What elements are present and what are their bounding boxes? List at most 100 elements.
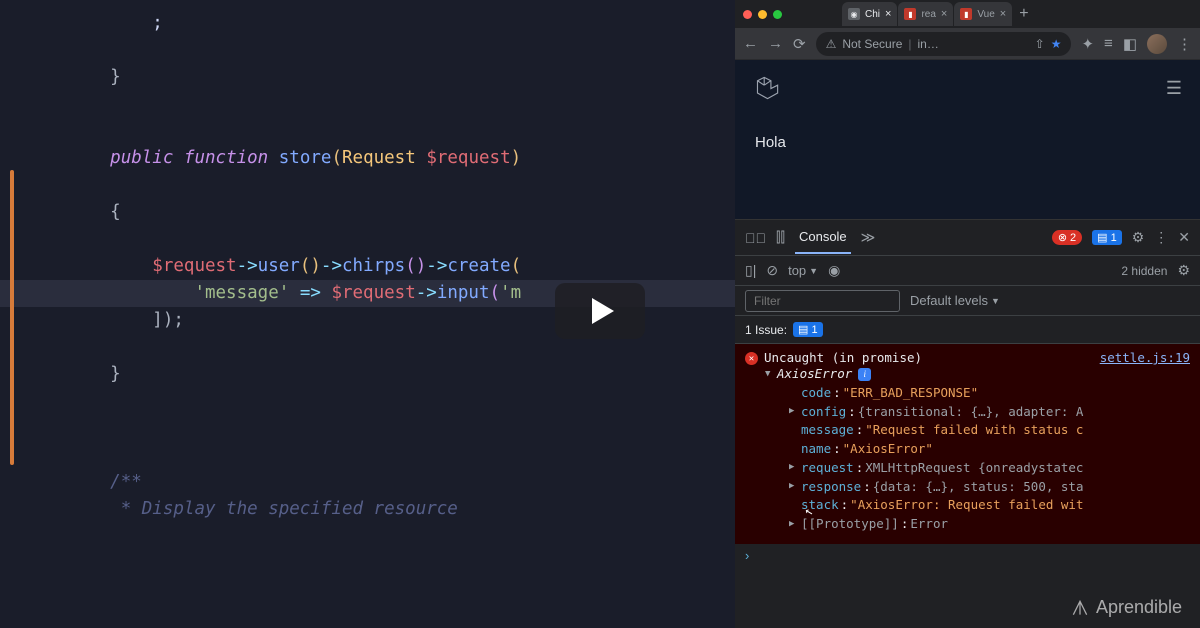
browser-tab[interactable]: ▮Vue× [954,2,1012,26]
param-type: Request [342,148,416,168]
disclosure-icon[interactable]: ▶ [789,480,799,494]
brace: { [110,202,121,222]
prop-key: name [801,440,831,459]
eye-icon[interactable]: ◉ [828,262,840,279]
extensions-icon[interactable]: ✦ [1081,35,1094,53]
error-title: AxiosError [777,365,852,384]
method: user [258,256,300,276]
prop-key: code [801,384,831,403]
browser-window: ◉Chi× ▮rea× ▮Vue× + ← → ⟳ ⚠ Not Secure |… [735,0,1200,628]
prop-val: "Request failed with status c [865,421,1083,440]
error-badge[interactable]: ⊗2 [1052,230,1082,245]
new-tab-button[interactable]: + [1013,5,1034,23]
hamburger-icon[interactable]: ☰ [1166,78,1182,99]
param-var: $request [426,148,510,168]
prop-key: response [801,478,861,497]
warning-icon: ⚠ [826,37,837,51]
browser-tab[interactable]: ▮rea× [898,2,953,26]
gutter-marker [10,170,14,465]
array-key: 'message' [194,283,289,303]
page-greeting: Hola [735,116,1200,169]
watermark: Aprendible [1070,597,1182,618]
comment: /** [110,472,142,492]
inspect-icon[interactable]: �⃞ [745,230,766,246]
error-header: Uncaught (in promise) [764,350,922,365]
string-arg: 'm [500,283,521,303]
back-icon[interactable]: ← [743,35,758,52]
filter-input[interactable] [745,290,900,312]
prop-val: {data: {…}, status: 500, sta [873,478,1084,497]
issues-label: 1 Issue: [745,323,787,337]
star-icon[interactable]: ★ [1051,37,1062,51]
method: chirps [342,256,405,276]
browser-toolbar: ← → ⟳ ⚠ Not Secure | in… ⇧ ★ ✦ ≡ ◧ ⋮ [735,28,1200,60]
brace: } [110,364,121,384]
page-content: ☰ Hola [735,60,1200,220]
issues-badge[interactable]: ▤1 [793,322,823,337]
device-icon[interactable]: ⫿⫿ [776,229,785,246]
url-text: in… [918,37,939,51]
prop-val: "AxiosError: Request failed wit [850,496,1083,515]
prop-val: XMLHttpRequest {onreadystatec [865,459,1083,478]
method: input [437,283,490,303]
prop-key: message [801,421,854,440]
gear-icon[interactable]: ⚙ [1132,229,1145,246]
context-select[interactable]: top ▼ [788,263,818,278]
info-icon[interactable]: i [858,368,871,381]
disclosure-icon[interactable]: ▼ [765,368,775,382]
menu-icon[interactable]: ⋮ [1177,35,1192,53]
avatar[interactable] [1147,34,1167,54]
arrow: => [300,283,321,303]
hidden-label: 2 hidden [1121,264,1167,278]
close-icon[interactable]: × [1000,8,1006,20]
disclosure-icon[interactable]: ▶ [789,461,799,475]
levels-select[interactable]: Default levels ▼ [910,293,1000,308]
console-prompt[interactable]: › [735,544,1200,567]
forward-icon[interactable]: → [768,35,783,52]
prop-key: config [801,403,846,422]
prop-val: {transitional: {…}, adapter: A [858,403,1084,422]
method: create [447,256,510,276]
disclosure-icon[interactable]: ▶ [789,518,799,532]
var: $request [152,256,236,276]
minimize-dot[interactable] [758,10,767,19]
tab-console[interactable]: Console [795,221,851,254]
panel-icon[interactable]: ◧ [1123,35,1137,53]
error-icon: ✕ [745,352,758,365]
laravel-logo [753,74,781,102]
info-badge[interactable]: ▤1 [1092,230,1122,245]
prop-val: "AxiosError" [843,440,933,459]
titlebar: ◉Chi× ▮rea× ▮Vue× + [735,0,1200,28]
more-tabs-icon[interactable]: ≫ [861,229,876,246]
play-button[interactable] [555,283,645,339]
prop-key: request [801,459,854,478]
reload-icon[interactable]: ⟳ [793,35,806,53]
sidebar-icon[interactable]: ▯| [745,262,756,279]
function-name: store [279,148,332,168]
address-bar[interactable]: ⚠ Not Secure | in… ⇧ ★ [816,32,1072,56]
play-icon [592,298,614,324]
source-link[interactable]: settle.js:19 [1100,350,1190,365]
keyword-function: function [184,148,268,168]
kebab-icon[interactable]: ⋮ [1154,229,1168,246]
close-dot[interactable] [743,10,752,19]
share-icon[interactable]: ⇧ [1035,37,1045,51]
security-label: Not Secure [842,37,902,51]
playlist-icon[interactable]: ≡ [1104,35,1113,52]
var: $request [331,283,415,303]
prop-val: "ERR_BAD_RESPONSE" [843,384,978,403]
disclosure-icon[interactable]: ▶ [789,405,799,419]
prop-val: Error [910,515,948,534]
brace: } [110,67,121,87]
browser-tab[interactable]: ◉Chi× [842,2,897,26]
watermark-icon [1070,598,1090,618]
close-icon[interactable]: × [941,8,947,20]
close: ]); [152,310,184,330]
maximize-dot[interactable] [773,10,782,19]
close-icon[interactable]: × [885,8,891,20]
clear-icon[interactable]: ⊘ [766,262,778,279]
gear-icon[interactable]: ⚙ [1177,262,1190,279]
prop-key: [[Prototype]] [801,515,899,534]
comment: * Display the specified resource [110,499,458,519]
close-icon[interactable]: ✕ [1178,229,1190,246]
